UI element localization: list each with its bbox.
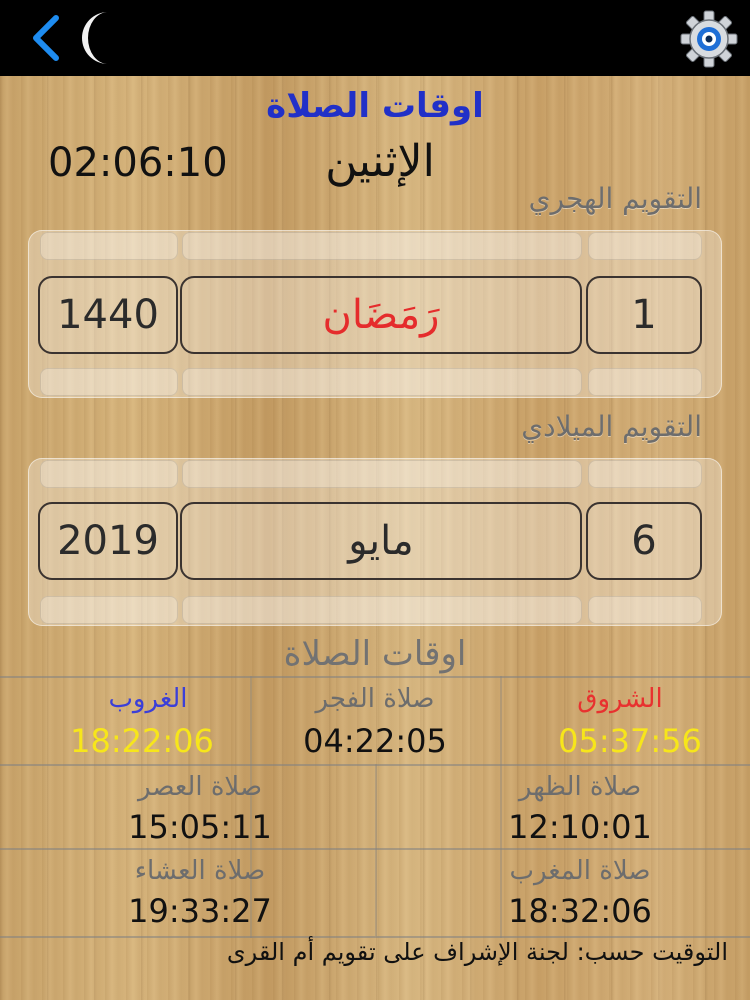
picker-ghost-row xyxy=(40,596,178,624)
picker-ghost-row xyxy=(40,460,178,488)
gregorian-date-picker[interactable]: 2019 مايو 6 xyxy=(28,458,722,626)
isha-time: 19:33:27 xyxy=(128,892,272,930)
picker-ghost-row xyxy=(588,460,702,488)
picker-ghost-row xyxy=(588,368,702,396)
picker-ghost-row xyxy=(588,232,702,260)
top-bar xyxy=(0,0,750,76)
gregorian-calendar-label: التقويم الميلادي xyxy=(521,410,702,443)
hijri-date-picker[interactable]: 1440 رَمَضَان 1 xyxy=(28,230,722,398)
picker-ghost-row xyxy=(40,368,178,396)
current-time: 02:06:10 xyxy=(48,140,228,186)
fajr-time: 04:22:05 xyxy=(303,722,447,760)
gregorian-month-wheel[interactable]: مايو xyxy=(180,502,582,580)
dhuhr-label: صلاة الظهر xyxy=(518,772,642,802)
fajr-label: صلاة الفجر xyxy=(315,684,435,714)
settings-gear-icon[interactable] xyxy=(680,10,738,68)
gregorian-day-wheel[interactable]: 6 xyxy=(586,502,702,580)
divider xyxy=(375,764,377,936)
sunrise-label: الشروق xyxy=(577,684,663,714)
asr-time: 15:05:11 xyxy=(128,808,272,846)
maghrib-label: صلاة المغرب xyxy=(509,856,651,886)
hijri-calendar-label: التقويم الهجري xyxy=(528,182,702,215)
divider xyxy=(0,676,750,678)
weekday-label: الإثنين xyxy=(325,136,435,187)
picker-ghost-row xyxy=(182,368,582,396)
picker-ghost-row xyxy=(40,232,178,260)
crescent-moon-icon xyxy=(82,12,108,64)
gregorian-year-wheel[interactable]: 2019 xyxy=(38,502,178,580)
prayer-times-section-title: اوقات الصلاة xyxy=(283,634,467,674)
calculation-source-note: التوقيت حسب: لجنة الإشراف على تقويم أم ا… xyxy=(226,938,728,966)
hijri-month-wheel[interactable]: رَمَضَان xyxy=(180,276,582,354)
isha-label: صلاة العشاء xyxy=(134,856,266,886)
page-title: اوقات الصلاة xyxy=(266,86,484,126)
picker-ghost-row xyxy=(182,460,582,488)
asr-label: صلاة العصر xyxy=(137,772,263,802)
hijri-day-wheel[interactable]: 1 xyxy=(586,276,702,354)
sunset-time: 18:22:06 xyxy=(70,722,214,760)
dhuhr-time: 12:10:01 xyxy=(508,808,652,846)
picker-ghost-row xyxy=(588,596,702,624)
back-chevron-icon[interactable] xyxy=(22,12,72,64)
picker-ghost-row xyxy=(182,596,582,624)
hijri-year-wheel[interactable]: 1440 xyxy=(38,276,178,354)
picker-ghost-row xyxy=(182,232,582,260)
maghrib-time: 18:32:06 xyxy=(508,892,652,930)
sunset-label: الغروب xyxy=(108,684,188,714)
sunrise-time: 05:37:56 xyxy=(558,722,702,760)
